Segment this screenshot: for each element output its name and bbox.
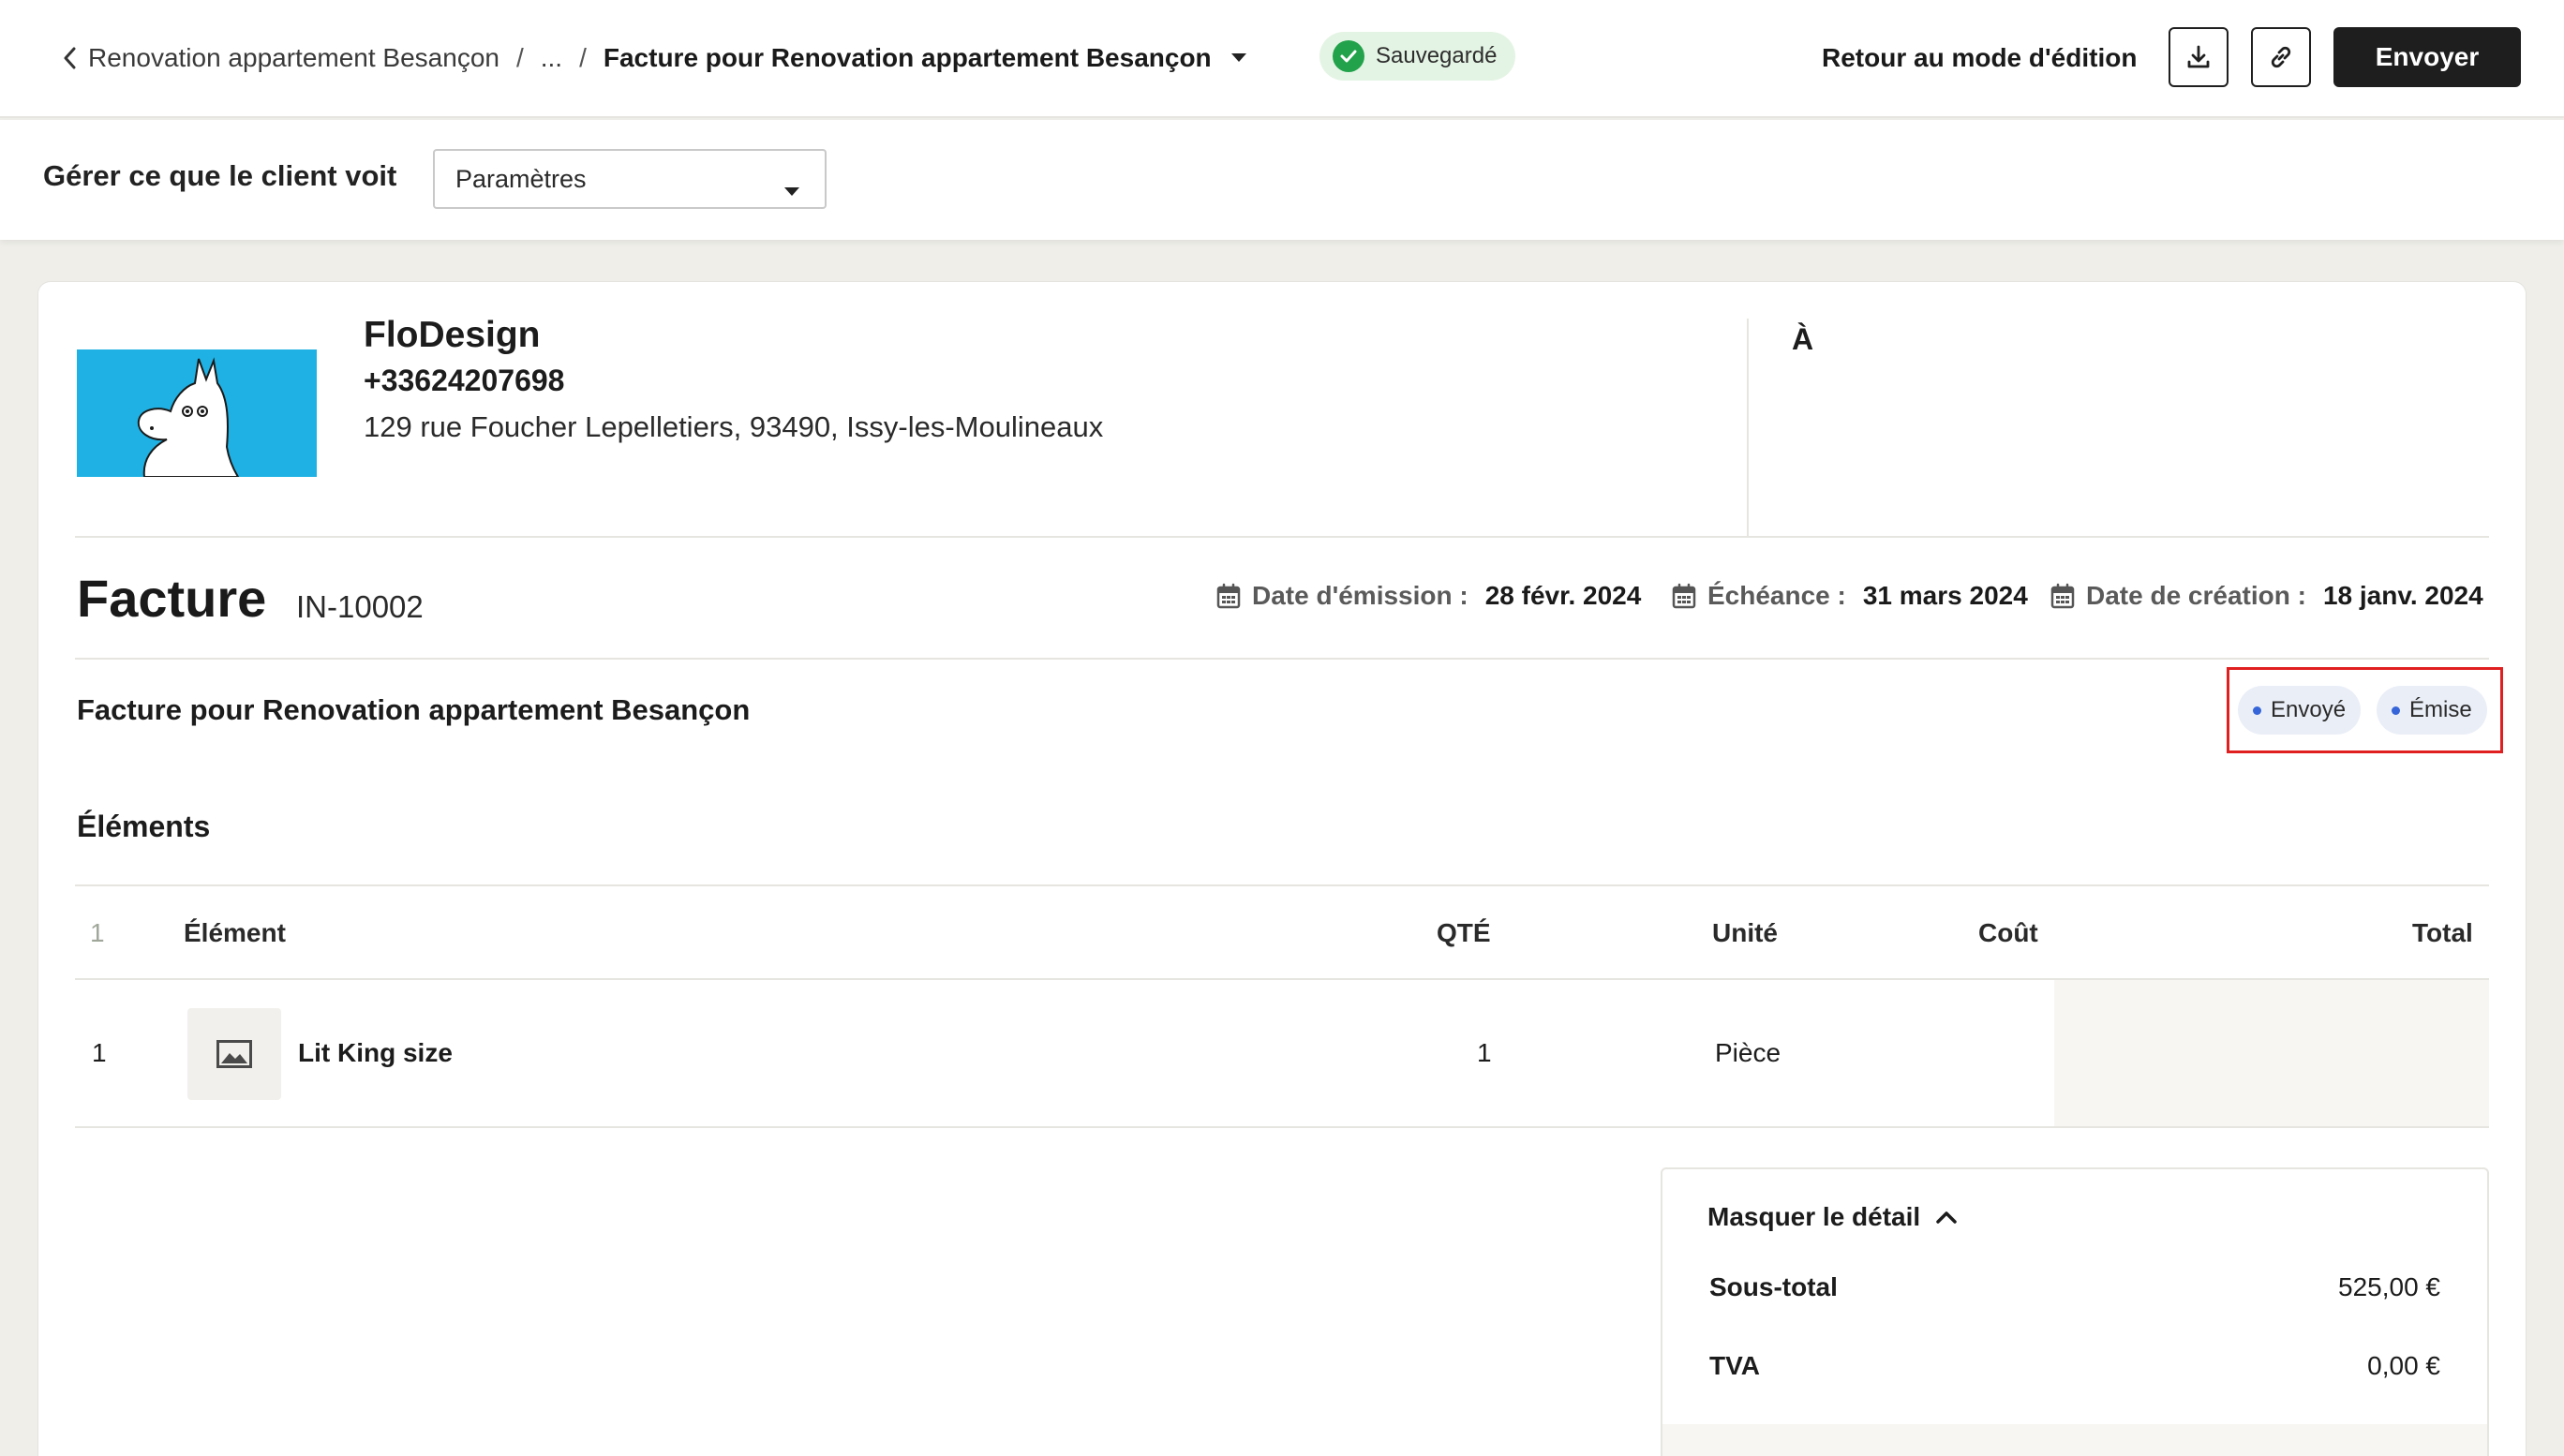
status-dot	[2253, 706, 2261, 715]
column-header-unit: Unité	[1712, 918, 1778, 947]
client-visibility-select[interactable]: Paramètres	[433, 149, 827, 209]
header-divider	[1747, 319, 1749, 536]
saved-status-badge: Sauvegardé	[1319, 32, 1516, 81]
copy-link-button[interactable]	[2251, 27, 2311, 87]
issue-date: Date d'émission : 28 févr. 2024	[1216, 581, 1641, 611]
client-visibility-selected: Paramètres	[455, 164, 587, 193]
creation-date: Date de création : 18 janv. 2024	[2050, 581, 2483, 611]
divider	[75, 536, 2489, 538]
total-cell	[2054, 980, 2489, 1126]
caret-down-icon[interactable]	[1230, 52, 1247, 64]
item-thumbnail[interactable]	[187, 1008, 281, 1100]
check-circle-icon	[1333, 40, 1364, 72]
calendar-icon	[1672, 583, 1696, 609]
client-visibility-label: Gérer ce que le client voit	[43, 159, 397, 192]
status-badge-sent: Envoyé	[2238, 686, 2362, 735]
column-header-cost: Coût	[1978, 918, 2038, 947]
vat-value: 0,00 €	[2367, 1351, 2440, 1380]
subtotal-label: Sous-total	[1709, 1272, 1838, 1301]
divider	[75, 1126, 2489, 1128]
document-title: Facture	[77, 569, 267, 628]
hide-detail-label: Masquer le détail	[1707, 1202, 1921, 1231]
divider	[75, 884, 2489, 886]
image-placeholder-icon	[216, 1040, 252, 1068]
calendar-icon	[2050, 583, 2075, 609]
caret-down-icon	[783, 175, 800, 204]
subtotal-value: 525,00 €	[2338, 1272, 2440, 1301]
back-chevron-icon[interactable]	[58, 41, 81, 75]
breadcrumb: Renovation appartement Besançon / ... / …	[88, 37, 1247, 79]
invoice-subtitle: Facture pour Renovation appartement Besa…	[77, 693, 751, 726]
company-name: FloDesign	[364, 315, 541, 355]
status-dot	[2392, 706, 2400, 715]
issue-date-label: Date d'émission :	[1252, 581, 1468, 610]
issue-date-value: 28 févr. 2024	[1484, 581, 1642, 610]
column-header-index: 1	[90, 918, 105, 947]
breadcrumb-separator: /	[579, 43, 587, 72]
creation-date-label: Date de création :	[2086, 581, 2306, 610]
status-badge-issued: Émise	[2377, 686, 2487, 735]
column-header-total: Total	[2412, 918, 2473, 947]
recipient-label: À	[1792, 322, 1814, 356]
item-qty: 1	[1477, 1038, 1492, 1067]
hide-detail-toggle[interactable]: Masquer le détail	[1707, 1202, 1958, 1232]
breadcrumb-ellipsis-link[interactable]: ...	[541, 43, 562, 73]
vat-label: TVA	[1709, 1351, 1760, 1380]
status-badge-label: Émise	[2409, 697, 2472, 722]
column-header-element: Élément	[184, 918, 286, 947]
items-section-title: Éléments	[77, 810, 211, 843]
breadcrumb-separator: /	[515, 43, 524, 72]
breadcrumb-project-link[interactable]: Renovation appartement Besançon	[88, 43, 499, 73]
download-icon	[2187, 45, 2210, 68]
link-icon	[2271, 46, 2291, 68]
breadcrumb-current: Facture pour Renovation appartement Besa…	[603, 43, 1212, 72]
company-logo	[77, 349, 317, 477]
row-index: 1	[92, 1038, 107, 1067]
creation-date-value: 18 janv. 2024	[2322, 581, 2483, 610]
summary-footer	[1662, 1424, 2487, 1456]
status-badge-label: Envoyé	[2271, 697, 2347, 722]
divider	[75, 658, 2489, 660]
column-header-qty: QTÉ	[1437, 918, 1491, 947]
company-address: 129 rue Foucher Lepelletiers, 93490, Iss…	[364, 410, 1104, 443]
item-unit: Pièce	[1715, 1038, 1781, 1067]
due-date: Échéance : 31 mars 2024	[1672, 581, 2028, 611]
chevron-up-icon	[1936, 1211, 1957, 1224]
due-date-label: Échéance :	[1707, 581, 1846, 610]
download-button[interactable]	[2169, 27, 2229, 87]
due-date-value: 31 mars 2024	[1862, 581, 2028, 610]
invoice-number: IN-10002	[296, 589, 424, 624]
company-phone: +33624207698	[364, 364, 565, 397]
saved-status-label: Sauvegardé	[1376, 43, 1498, 68]
send-button[interactable]: Envoyer	[2333, 27, 2521, 87]
back-to-edit-mode-button[interactable]: Retour au mode d'édition	[1822, 37, 2137, 79]
calendar-icon	[1216, 583, 1241, 609]
item-name[interactable]: Lit King size	[298, 1038, 453, 1068]
